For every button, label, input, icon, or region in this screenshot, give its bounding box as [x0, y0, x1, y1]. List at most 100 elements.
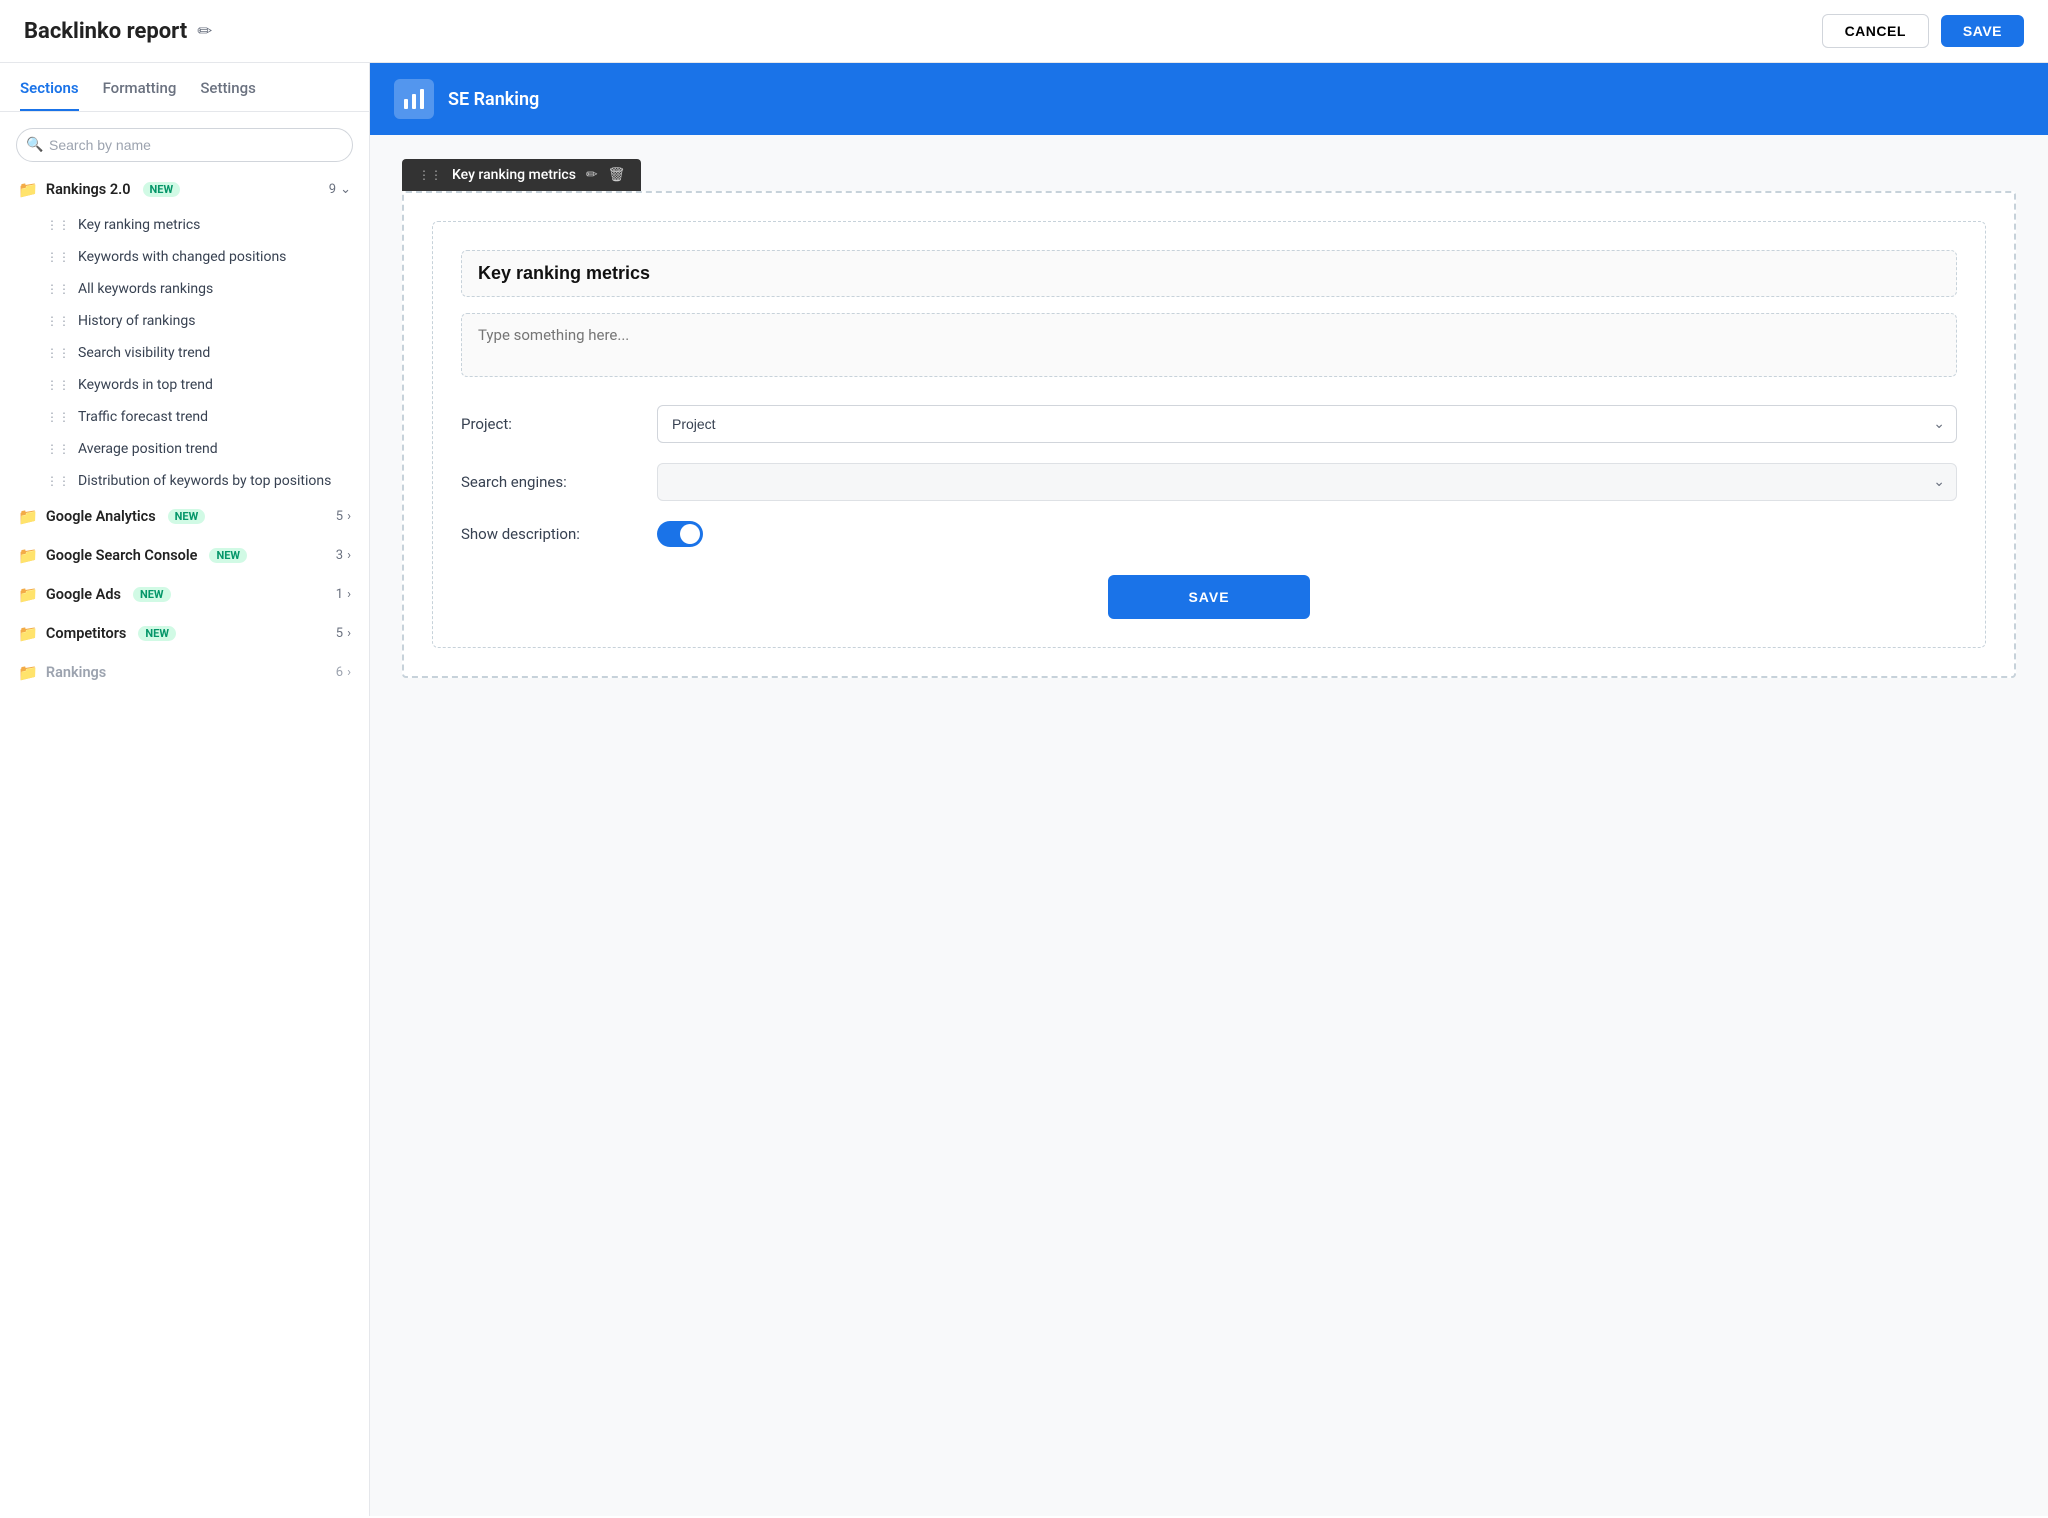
list-item[interactable]: ⋮⋮ All keywords rankings: [36, 273, 361, 305]
folder-name-competitors: Competitors: [46, 625, 126, 642]
layout: Sections Formatting Settings 🔍 📁 Ranking…: [0, 63, 2048, 1516]
folder-name-google-analytics: Google Analytics: [46, 508, 156, 525]
chevron-right-icon: ›: [347, 626, 351, 641]
project-select-wrap: Project ⌄: [657, 405, 1957, 443]
save-card-button[interactable]: SAVE: [1108, 575, 1309, 619]
folder-rankings: 📁 Rankings 6 ›: [0, 653, 369, 692]
tab-sections[interactable]: Sections: [20, 79, 79, 111]
search-input[interactable]: [16, 128, 353, 162]
card-area: Project: Project ⌄ Search engines:: [402, 191, 2016, 678]
folder-count-google-ads: 1 ›: [336, 587, 351, 602]
list-item[interactable]: ⋮⋮ Search visibility trend: [36, 337, 361, 369]
section-item-label: Average position trend: [78, 441, 218, 457]
chevron-right-icon: ›: [347, 665, 351, 680]
list-item[interactable]: ⋮⋮ Traffic forecast trend: [36, 401, 361, 433]
chevron-down-icon: ⌄: [340, 182, 351, 197]
section-item-label: Key ranking metrics: [78, 217, 200, 233]
folder-count-google-search-console: 3 ›: [336, 548, 351, 563]
folder-count-rankings-2: 9 ⌄: [329, 182, 351, 197]
folder-icon: 📁: [18, 180, 38, 199]
tab-settings[interactable]: Settings: [200, 79, 256, 111]
section-widget-header: ⋮⋮ Key ranking metrics ✏ 🗑: [402, 159, 641, 191]
card-desc-input[interactable]: [461, 313, 1957, 377]
folder-icon: 📁: [18, 507, 38, 526]
show-description-label: Show description:: [461, 525, 641, 543]
list-item[interactable]: ⋮⋮ Keywords in top trend: [36, 369, 361, 401]
list-item[interactable]: ⋮⋮ Key ranking metrics: [36, 209, 361, 241]
folder-header-competitors[interactable]: 📁 Competitors NEW 5 ›: [8, 614, 361, 653]
card-inner: Project: Project ⌄ Search engines:: [432, 221, 1986, 648]
drag-handle-icon: ⋮⋮: [46, 282, 70, 296]
folder-google-analytics: 📁 Google Analytics NEW 5 ›: [0, 497, 369, 536]
list-item[interactable]: ⋮⋮ Keywords with changed positions: [36, 241, 361, 273]
project-label: Project:: [461, 415, 641, 433]
folder-count-google-analytics: 5 ›: [336, 509, 351, 524]
project-select[interactable]: Project: [657, 405, 1957, 443]
project-control: Project ⌄: [657, 405, 1957, 443]
sidebar-tabs: Sections Formatting Settings: [0, 63, 369, 112]
main-content: SE Ranking ⋮⋮ Key ranking metrics ✏ 🗑 Pr…: [370, 63, 2048, 1516]
section-widget-name: Key ranking metrics: [452, 167, 576, 183]
badge-new-google-analytics: NEW: [168, 509, 206, 524]
delete-section-icon[interactable]: 🗑: [608, 167, 626, 183]
chevron-right-icon: ›: [347, 509, 351, 524]
list-item[interactable]: ⋮⋮ History of rankings: [36, 305, 361, 337]
folder-rankings-2: 📁 Rankings 2.0 NEW 9 ⌄ ⋮⋮ Key ranking me…: [0, 170, 369, 497]
folder-children-rankings-2: ⋮⋮ Key ranking metrics ⋮⋮ Keywords with …: [8, 209, 361, 497]
section-item-label: Traffic forecast trend: [78, 409, 208, 425]
folder-header-google-search-console[interactable]: 📁 Google Search Console NEW 3 ›: [8, 536, 361, 575]
folder-header-left: 📁 Google Ads NEW: [18, 585, 171, 604]
list-item[interactable]: ⋮⋮ Distribution of keywords by top posit…: [36, 465, 361, 497]
folder-icon: 📁: [18, 663, 38, 682]
search-engines-select-wrap: ⌄: [657, 463, 1957, 501]
section-item-label: History of rankings: [78, 313, 195, 329]
folder-competitors: 📁 Competitors NEW 5 ›: [0, 614, 369, 653]
folder-header-rankings-2[interactable]: 📁 Rankings 2.0 NEW 9 ⌄: [8, 170, 361, 209]
search-engines-select[interactable]: [657, 463, 1957, 501]
drag-handle-icon: ⋮⋮: [46, 250, 70, 264]
folder-header-rankings[interactable]: 📁 Rankings 6 ›: [8, 653, 361, 692]
drag-handle-icon: ⋮⋮: [46, 442, 70, 456]
section-item-label: Keywords in top trend: [78, 377, 213, 393]
save-btn-wrap: SAVE: [461, 575, 1957, 619]
tab-formatting[interactable]: Formatting: [103, 79, 177, 111]
show-description-toggle[interactable]: [657, 521, 703, 547]
sidebar: Sections Formatting Settings 🔍 📁 Ranking…: [0, 63, 370, 1516]
drag-handle-icon: ⋮⋮: [46, 346, 70, 360]
form-row-show-description: Show description:: [461, 521, 1957, 547]
se-ranking-icon: [394, 79, 434, 119]
drag-handle-icon: ⋮⋮: [418, 168, 442, 182]
folder-icon: 📁: [18, 546, 38, 565]
folder-google-search-console: 📁 Google Search Console NEW 3 ›: [0, 536, 369, 575]
folder-name-google-ads: Google Ads: [46, 586, 121, 603]
section-item-label: Keywords with changed positions: [78, 249, 286, 265]
save-header-button[interactable]: SAVE: [1941, 15, 2024, 47]
folder-name-google-search-console: Google Search Console: [46, 547, 198, 564]
chevron-right-icon: ›: [347, 587, 351, 602]
form-row-project: Project: Project ⌄: [461, 405, 1957, 443]
header-right: CANCEL SAVE: [1822, 14, 2024, 48]
drag-handle-icon: ⋮⋮: [46, 474, 70, 488]
badge-new-google-ads: NEW: [133, 587, 171, 602]
badge-new-competitors: NEW: [138, 626, 176, 641]
card-title-input[interactable]: [461, 250, 1957, 297]
search-engines-control: ⌄: [657, 463, 1957, 501]
folder-header-left: 📁 Google Search Console NEW: [18, 546, 247, 565]
edit-section-icon[interactable]: ✏: [586, 167, 598, 183]
se-ranking-label: SE Ranking: [448, 89, 539, 110]
drag-handle-icon: ⋮⋮: [46, 314, 70, 328]
folder-header-left: 📁 Rankings: [18, 663, 106, 682]
edit-title-icon[interactable]: ✏: [197, 21, 212, 42]
chevron-right-icon: ›: [347, 548, 351, 563]
folder-header-google-analytics[interactable]: 📁 Google Analytics NEW 5 ›: [8, 497, 361, 536]
search-icon: 🔍: [26, 137, 43, 153]
folder-header-google-ads[interactable]: 📁 Google Ads NEW 1 ›: [8, 575, 361, 614]
page-title: Backlinko report: [24, 19, 187, 44]
folder-count-competitors: 5 ›: [336, 626, 351, 641]
folder-header-left: 📁 Competitors NEW: [18, 624, 176, 643]
badge-new-rankings-2: NEW: [143, 182, 181, 197]
header: Backlinko report ✏ CANCEL SAVE: [0, 0, 2048, 63]
list-item[interactable]: ⋮⋮ Average position trend: [36, 433, 361, 465]
cancel-button[interactable]: CANCEL: [1822, 14, 1929, 48]
folder-icon: 📁: [18, 585, 38, 604]
